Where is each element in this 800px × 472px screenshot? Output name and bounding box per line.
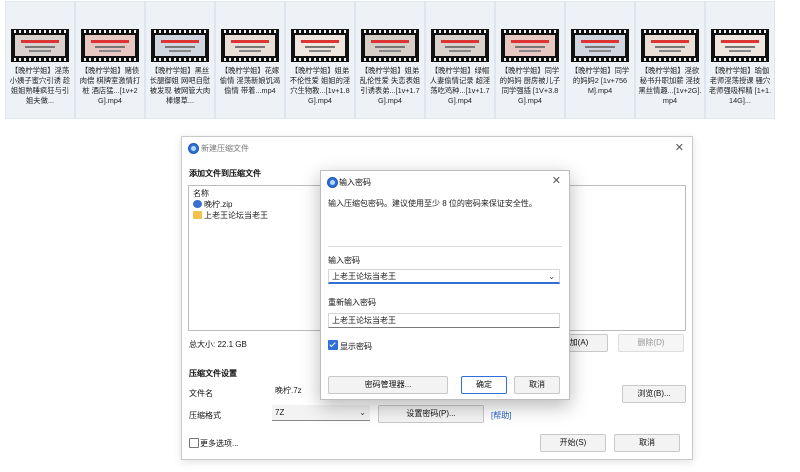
dialog-titlebar: 新建压缩文件 ✕ [182,137,692,159]
file-tile[interactable]: 【晚柠学姐】同学的妈妈 厨房被儿子同学强插 [1V+3.8G].mp4 [495,1,565,119]
show-password-label: 显示密码 [340,342,372,351]
repeat-password-value: 上老王论坛当老王 [332,316,396,325]
file-name: 【晚柠学姐】瑜伽老师淫荡授课 骚穴老师强吸榨精 [1+1.14G]... [708,66,772,105]
password-info: 输入压缩包密码。建议使用至少 8 位的密码来保证安全性。 [328,199,537,208]
password-dialog: 输入密码 ✕ 输入压缩包密码。建议使用至少 8 位的密码来保证安全性。 输入密码… [320,170,570,400]
chevron-down-icon[interactable]: ⌄ [548,270,555,283]
filename-label: 文件名 [189,389,213,398]
repeat-password-label: 重新输入密码 [328,298,376,307]
video-file-icon [81,29,139,62]
video-file-icon [291,29,349,62]
file-tile[interactable]: 【晚柠学姐】同学的妈妈2 [1v+756M].mp4 [565,1,635,119]
file-name: 【晚柠学姐】赌债肉偿 棋牌室激情打桩 酒店猛...[1v+2G].mp4 [79,66,141,105]
app-icon [327,177,338,188]
file-tile[interactable]: 【晚柠学姐】瑜伽老师淫荡授课 骚穴老师强吸榨精 [1+1.14G]... [705,1,775,119]
folder-icon [193,211,202,219]
password-value: 上老王论坛当老王 [332,272,396,281]
list-header: 名称 [193,189,209,198]
password-input[interactable]: 上老王论坛当老王 ⌄ [328,269,560,284]
file-tile[interactable]: 【晚柠学姐】姐弟乱伦性爱 失恋表姐引诱表弟...[1v+1.7G].mp4 [355,1,425,119]
file-name: 【晚柠学姐】姐弟乱伦性爱 失恋表姐引诱表弟...[1v+1.7G].mp4 [359,66,421,105]
archive-icon [193,200,202,208]
total-size: 总大小: 22.1 GB [189,340,247,349]
close-icon[interactable]: ✕ [675,141,684,154]
format-label: 压缩格式 [189,411,221,420]
file-name: 【晚柠学姐】同学的妈妈2 [1v+756M].mp4 [570,66,630,95]
more-options-label: 更多选项... [200,439,239,448]
video-file-icon [641,29,699,62]
video-file-icon [361,29,419,62]
list-item-label: 晚柠.zip [204,200,233,209]
more-options-checkbox[interactable] [189,438,199,448]
start-button[interactable]: 开始(S) [540,434,606,452]
file-name: 【晚柠学姐】淫荡小姨子蜜穴引诱 趁姐姐熟睡疯狂与引姐夫做... [9,66,71,105]
file-tile[interactable]: 【晚柠学姐】姐弟不伦性爱 姐姐的淫穴生物教...[1v+1.8G].mp4 [285,1,355,119]
list-item-label: 上老王论坛当老王 [204,211,268,220]
video-file-icon [431,29,489,62]
file-name: 【晚柠学姐】绿帽人妻偷情记录 超淫荡吃鸡种...[1v+1.7G].mp4 [429,66,491,105]
file-tile[interactable]: 【晚柠学姐】淫荡小姨子蜜穴引诱 趁姐姐熟睡疯狂与引姐夫做... [5,1,75,119]
video-file-icon [711,29,769,62]
delete-button[interactable]: 删除(D) [618,334,684,352]
list-item[interactable]: 晚柠.zip [193,199,232,210]
ok-button[interactable]: 确定 [461,376,507,394]
app-icon [188,143,199,154]
divider [328,246,562,247]
video-file-icon [571,29,629,62]
add-files-heading: 添加文件到压缩文件 [189,169,261,178]
video-file-icon [501,29,559,62]
file-tile[interactable]: 【晚柠学姐】赌债肉偿 棋牌室激情打桩 酒店猛...[1v+2G].mp4 [75,1,145,119]
file-tile[interactable]: 【晚柠学姐】绿帽人妻偷情记录 超淫荡吃鸡种...[1v+1.7G].mp4 [425,1,495,119]
password-cancel-button[interactable]: 取消 [514,376,560,394]
video-file-icon [11,29,69,62]
dialog-title: 新建压缩文件 [201,144,249,153]
file-name: 【晚柠学姐】同学的妈妈 厨房被儿子同学强插 [1V+3.8G].mp4 [499,66,561,105]
password-dialog-title: 输入密码 [339,178,371,187]
close-icon[interactable]: ✕ [552,174,561,187]
video-file-icon [221,29,279,62]
browse-button[interactable]: 浏览(B)... [622,385,686,403]
settings-heading: 压缩文件设置 [189,369,237,378]
file-name: 【晚柠学姐】花嫁偷情 淫荡新娘饥渴偷情 带着...mp4 [219,66,281,95]
video-file-icon [151,29,209,62]
file-tile[interactable]: 【晚柠学姐】黑丝长腿御姐 网吧自慰被发现 被网管大肉棒爆草... [145,1,215,119]
file-name: 【晚柠学姐】姐弟不伦性爱 姐姐的淫穴生物教...[1v+1.8G].mp4 [289,66,351,105]
list-item[interactable]: 上老王论坛当老王 [193,210,268,221]
format-value: 7Z [275,408,285,417]
show-password-checkbox[interactable] [328,340,338,350]
password-manager-button[interactable]: 密码管理器... [328,376,448,394]
file-tile[interactable]: 【晚柠学姐】花嫁偷情 淫荡新娘饥渴偷情 带着...mp4 [215,1,285,119]
chevron-down-icon: ⌄ [359,408,366,417]
file-tile[interactable]: 【晚柠学姐】淫欲秘书升职加薪 淫技 黑丝情趣...[1v+2G].mp4 [635,1,705,119]
file-strip: 【晚柠学姐】淫荡小姨子蜜穴引诱 趁姐姐熟睡疯狂与引姐夫做... 【晚柠学姐】赌债肉… [5,1,795,119]
file-name: 【晚柠学姐】淫欲秘书升职加薪 淫技 黑丝情趣...[1v+2G].mp4 [638,66,702,105]
set-password-button[interactable]: 设置密码(P)... [378,405,484,423]
repeat-password-input[interactable]: 上老王论坛当老王 [328,313,560,328]
cancel-button[interactable]: 取消 [614,434,680,452]
file-name: 【晚柠学姐】黑丝长腿御姐 网吧自慰被发现 被网管大肉棒爆草... [149,66,211,105]
format-select[interactable]: 7Z ⌄ [272,405,370,421]
password-label: 输入密码 [328,256,360,265]
help-link[interactable]: [帮助] [491,410,511,421]
